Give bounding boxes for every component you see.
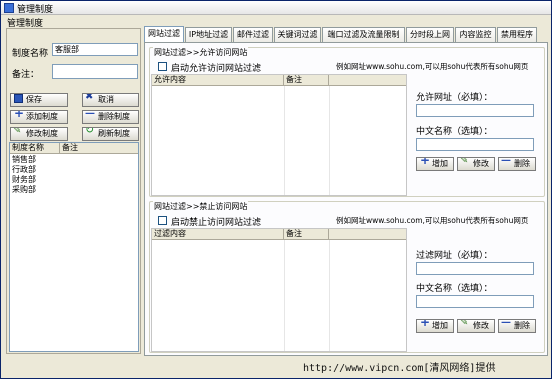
allow-filter-checkbox[interactable]: [158, 62, 167, 71]
edit-policy-label: 修改制度: [26, 129, 58, 138]
block-group-title: 网站过滤>>禁止访问网站: [153, 201, 249, 212]
block-delete-button[interactable]: 删除: [498, 319, 536, 333]
list-item[interactable]: 行政部: [12, 165, 36, 175]
allow-form: 允许网址（必填）： 中文名称（选填）： 增加 修改 删除: [412, 74, 540, 194]
edit-policy-button[interactable]: 修改制度: [10, 127, 68, 141]
block-name-input[interactable]: [416, 295, 534, 308]
cancel-button[interactable]: 取消: [82, 93, 139, 107]
tab-disable-program[interactable]: 禁用程序: [497, 27, 537, 42]
block-add-button[interactable]: 增加: [416, 319, 454, 333]
allow-delete-button[interactable]: 删除: [498, 157, 536, 171]
allow-edit-label: 修改: [473, 159, 489, 168]
allow-group: 网站过滤>>允许访问网站 启动允许访问网站过滤 例如网址www.sohu.com…: [149, 47, 545, 197]
column-header-name[interactable]: 制度名称: [10, 143, 60, 154]
allow-name-input[interactable]: [416, 138, 534, 151]
allow-example-text: 例如网址www.sohu.com,可以用sohu代表所有sohu网页: [336, 62, 529, 71]
delete-policy-button[interactable]: 删除制度: [82, 110, 139, 124]
block-name-label: 中文名称（选填）：: [416, 284, 493, 294]
policy-list[interactable]: 制度名称 备注 销售部 行政部 财务部 采购部: [9, 142, 139, 352]
block-filter-checkbox[interactable]: [158, 216, 167, 225]
allow-list-header: 允许内容 备注: [152, 75, 406, 86]
allow-list[interactable]: 允许内容 备注: [151, 74, 407, 196]
tab-panel-website-filter: 网站过滤>>允许访问网站 启动允许访问网站过滤 例如网址www.sohu.com…: [144, 42, 548, 356]
add-policy-label: 添加制度: [26, 112, 58, 121]
minus-icon: [85, 111, 95, 120]
minus-icon: [501, 320, 511, 329]
plus-icon: [14, 111, 24, 120]
name-label: 制度名称: [12, 49, 49, 59]
policy-list-header: 制度名称 备注: [10, 143, 138, 154]
list-item[interactable]: 采购部: [12, 185, 36, 195]
delete-policy-label: 删除制度: [98, 112, 130, 121]
allow-url-input[interactable]: [416, 104, 534, 117]
column-header-allow-content[interactable]: 允许内容: [152, 75, 284, 86]
app-icon: [4, 3, 14, 13]
block-list-header: 过滤内容 备注: [152, 229, 406, 240]
block-url-label: 过滤网址（必填）：: [416, 251, 493, 261]
column-header-block-content[interactable]: 过滤内容: [152, 229, 284, 240]
add-policy-button[interactable]: 添加制度: [10, 110, 68, 124]
column-header-block-note[interactable]: 备注: [284, 229, 329, 240]
title-bar[interactable]: 管理制度: [1, 1, 551, 15]
watermark-text: http://www.vipcn.com[清风网络]提供: [303, 363, 496, 374]
save-button[interactable]: 保存: [10, 93, 68, 107]
note-label: 备注：: [12, 70, 40, 80]
pencil-icon: [13, 128, 23, 137]
block-delete-label: 删除: [514, 321, 530, 330]
column-header-blank: [329, 229, 406, 240]
save-icon: [14, 94, 23, 103]
tab-website-filter[interactable]: 网站过滤: [144, 26, 184, 42]
cancel-button-label: 取消: [98, 95, 114, 104]
list-item[interactable]: 财务部: [12, 175, 36, 185]
block-edit-label: 修改: [473, 321, 489, 330]
main-window: 管理制度 管理制度 制度名称 客服部 备注： 保存 取消 添加制度 删除制度 修…: [0, 0, 552, 379]
plus-icon: [420, 158, 430, 167]
name-input[interactable]: 客服部: [52, 43, 138, 56]
grid-line: [329, 240, 330, 351]
tab-keyword-filter[interactable]: 关键词过滤: [274, 27, 321, 42]
block-list[interactable]: 过滤内容 备注: [151, 228, 407, 352]
tab-port-filter[interactable]: 端口过滤及流量限制: [322, 27, 405, 42]
block-add-label: 增加: [432, 321, 448, 330]
grid-line: [329, 86, 330, 195]
note-input[interactable]: [52, 64, 138, 79]
block-example-text: 例如网址www.sohu.com,可以用sohu代表所有sohu网页: [336, 216, 529, 225]
block-edit-button[interactable]: 修改: [457, 319, 495, 333]
tab-time-schedule[interactable]: 分时段上网: [406, 27, 454, 42]
refresh-policy-button[interactable]: 刷新制度: [82, 127, 139, 141]
allow-edit-button[interactable]: 修改: [457, 157, 495, 171]
minus-icon: [501, 158, 511, 167]
tab-ip-filter[interactable]: IP地址过滤: [185, 27, 232, 42]
plus-icon: [420, 320, 430, 329]
allow-group-title: 网站过滤>>允许访问网站: [153, 47, 249, 58]
tab-content-monitor[interactable]: 内容监控: [455, 27, 496, 42]
save-button-label: 保存: [26, 95, 42, 104]
pencil-icon: [460, 320, 470, 329]
list-item[interactable]: 销售部: [12, 155, 36, 165]
block-url-input[interactable]: [416, 262, 534, 275]
column-header-note[interactable]: 备注: [60, 143, 138, 154]
window-title: 管理制度: [17, 5, 54, 15]
column-header-allow-note[interactable]: 备注: [284, 75, 329, 86]
grid-line: [284, 86, 285, 195]
allow-url-label: 允许网址（必填）：: [416, 93, 493, 103]
tab-mail-filter[interactable]: 邮件过滤: [233, 27, 273, 42]
allow-delete-label: 删除: [514, 159, 530, 168]
block-group: 网站过滤>>禁止访问网站 启动禁止访问网站过滤 例如网址www.sohu.com…: [149, 201, 545, 353]
refresh-icon: [85, 128, 95, 137]
column-header-blank: [329, 75, 406, 86]
pencil-icon: [460, 158, 470, 167]
left-panel: 制度名称 客服部 备注： 保存 取消 添加制度 删除制度 修改制度 刷新制度 制…: [6, 28, 141, 354]
block-filter-label: 启动禁止访问网站过滤: [171, 218, 262, 228]
close-icon: [85, 94, 95, 103]
grid-line: [284, 240, 285, 351]
block-form: 过滤网址（必填）： 中文名称（选填）： 增加 修改 删除: [412, 228, 540, 350]
allow-add-label: 增加: [432, 159, 448, 168]
allow-add-button[interactable]: 增加: [416, 157, 454, 171]
allow-name-label: 中文名称（选填）：: [416, 127, 493, 137]
allow-filter-label: 启动允许访问网站过滤: [171, 64, 262, 74]
refresh-policy-label: 刷新制度: [98, 129, 130, 138]
